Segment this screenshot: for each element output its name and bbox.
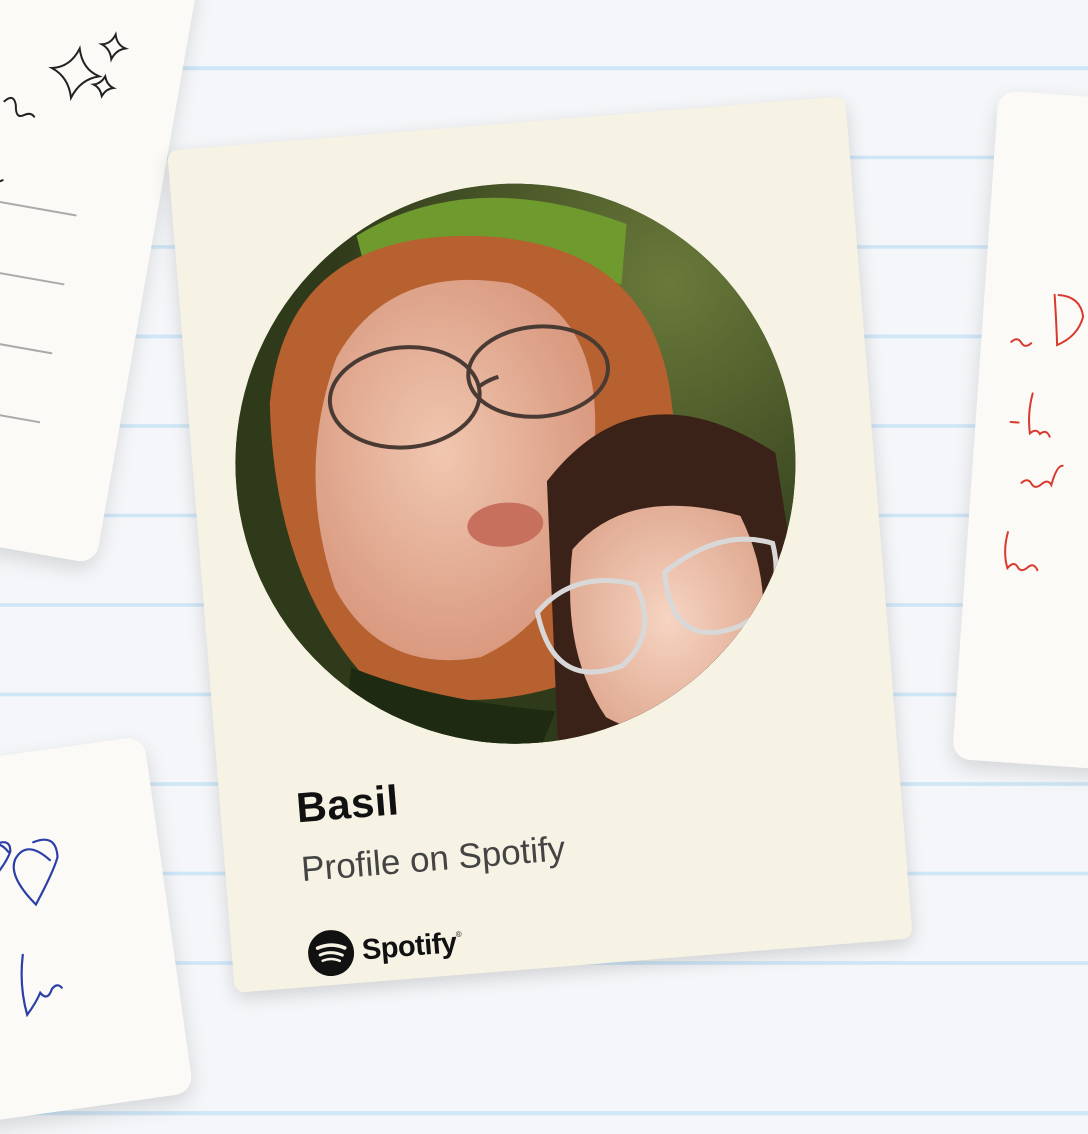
doodle-sparkles-icon [0, 31, 130, 424]
spotify-trademark: ® [455, 929, 463, 939]
doodle-red-handwriting-icon [1004, 293, 1085, 572]
spotify-brand[interactable]: Spotify ® [306, 920, 464, 978]
doodle-hearts-icon [0, 838, 63, 1018]
spotify-profile-card[interactable]: Basil Profile on Spotify Spotify ® [167, 96, 913, 993]
profile-subtitle: Profile on Spotify [299, 829, 567, 890]
background-note-right [951, 90, 1088, 780]
spotify-logo-icon [306, 928, 356, 978]
spotify-wordmark: Spotify [360, 926, 458, 967]
background-note-top-left [0, 0, 200, 565]
profile-avatar[interactable] [213, 162, 817, 766]
profile-name: Basil [294, 776, 401, 832]
profile-photo-icon [213, 162, 817, 766]
background-note-bottom-left [0, 735, 194, 1134]
